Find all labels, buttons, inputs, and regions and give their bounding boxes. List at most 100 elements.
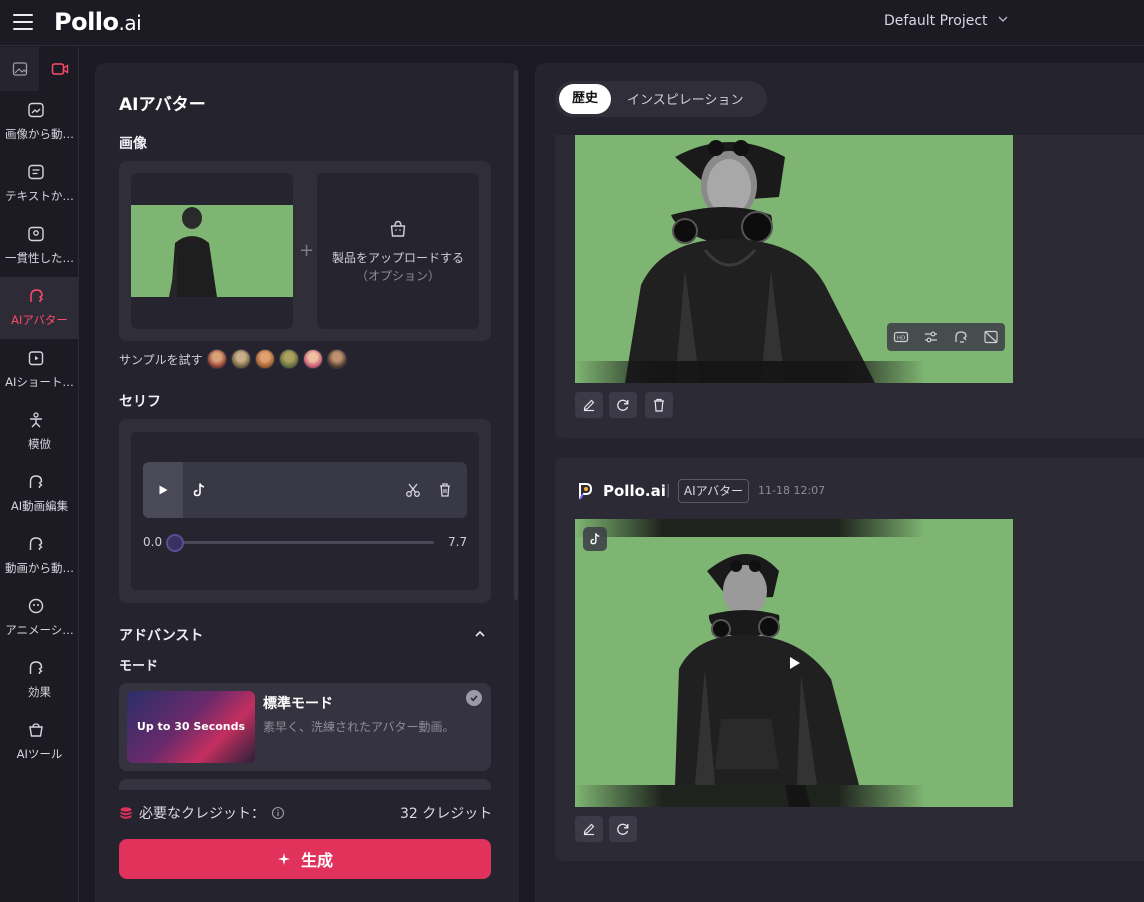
sidebar-item-label: 模倣 xyxy=(28,437,51,451)
adjust-icon[interactable] xyxy=(923,329,939,345)
mode-description: 素早く、洗練されたアバター動画。 xyxy=(263,720,455,734)
sparkle-icon xyxy=(277,853,290,865)
edit-button[interactable] xyxy=(575,816,603,842)
timestamp: 11-18 12:07 xyxy=(758,484,826,497)
play-icon[interactable] xyxy=(788,655,802,671)
samples-label: サンプルを試す xyxy=(119,352,203,367)
sidebar-item-label: AIツール xyxy=(16,747,63,761)
video-to-video-icon xyxy=(29,537,43,550)
logo-text: Pollo xyxy=(54,8,119,36)
scissors-icon[interactable] xyxy=(405,482,421,498)
video-bottom-bar xyxy=(575,361,1013,383)
panel-title: AIアバター xyxy=(119,95,206,115)
sidebar-item[interactable]: 動画から動… xyxy=(0,525,79,587)
tiktok-badge xyxy=(583,527,607,551)
sample-row: サンプルを試す xyxy=(119,349,351,369)
refresh-icon xyxy=(617,823,629,835)
sidebar-item[interactable]: 効果 xyxy=(0,649,79,711)
coins-icon xyxy=(120,807,132,819)
brand-name: Pollo.ai xyxy=(603,482,666,500)
trash-icon[interactable] xyxy=(438,482,452,498)
tab-image-mode[interactable] xyxy=(0,47,39,91)
ai-video-edit-icon xyxy=(29,475,43,488)
sidebar-item-label: テキストか… xyxy=(5,189,74,203)
animation-icon xyxy=(28,598,44,614)
tiktok-icon xyxy=(193,483,205,497)
sidebar-item[interactable]: AIアバター xyxy=(0,277,79,339)
ai-tools-icon xyxy=(29,723,43,737)
delete-button[interactable] xyxy=(645,392,673,418)
sidebar-item[interactable]: AIツール xyxy=(0,711,79,773)
mode-thumbnail: Up to 30 Seconds xyxy=(127,691,255,763)
sidebar-item-label: AIアバター xyxy=(11,313,68,327)
mode-thumbnail-text: Up to 30 Seconds xyxy=(136,720,246,733)
tab-inspiration[interactable]: インスピレーション xyxy=(627,89,743,108)
generate-label: 生成 xyxy=(300,851,333,870)
trash-icon xyxy=(654,398,664,412)
chevron-up-icon[interactable] xyxy=(474,629,486,639)
ai-short-icon xyxy=(28,351,44,366)
generate-button[interactable]: 生成 xyxy=(119,839,491,879)
time-start: 0.0 xyxy=(143,535,163,549)
sidebar-item[interactable]: アニメーシ… xyxy=(0,587,79,649)
avatar-image-slot[interactable] xyxy=(131,173,293,329)
advanced-section-label: アドバンスト xyxy=(119,628,204,644)
plus-icon: + xyxy=(299,240,315,261)
product-upload-button[interactable]: 製品をアップロードする （オプション） xyxy=(317,173,479,329)
tab-history[interactable]: 歴史 xyxy=(559,84,611,114)
credits-info: 必要なクレジット： xyxy=(119,803,285,823)
video-tools: HD xyxy=(887,323,1005,351)
sample-avatar[interactable] xyxy=(302,349,323,369)
tiktok-icon xyxy=(590,533,600,545)
sample-avatar[interactable] xyxy=(206,349,227,369)
panel-scrollbar[interactable] xyxy=(514,70,518,600)
credits-label: 必要なクレジット： xyxy=(139,806,265,822)
time-end: 7.7 xyxy=(448,535,468,549)
pencil-icon xyxy=(583,823,595,836)
upload-optional-label: （オプション） xyxy=(355,269,440,283)
sidebar-item[interactable]: AIショート… xyxy=(0,339,79,401)
video-bottom-bar xyxy=(575,785,1013,807)
sidebar-item[interactable]: 画像から動… xyxy=(0,91,79,153)
sample-avatar[interactable] xyxy=(254,349,275,369)
audio-slider-knob[interactable] xyxy=(166,534,184,552)
project-selector[interactable]: Default Project xyxy=(884,13,988,29)
sidebar-item-label: アニメーシ… xyxy=(5,623,74,637)
sample-avatar[interactable] xyxy=(230,349,251,369)
app-logo[interactable]: Pollo.ai xyxy=(54,8,142,36)
effects-icon xyxy=(29,661,43,674)
sidebar-item[interactable]: 模倣 xyxy=(0,401,79,463)
hd-icon[interactable]: HD xyxy=(893,329,909,345)
regenerate-button[interactable] xyxy=(609,816,637,842)
serif-section-label: セリフ xyxy=(119,394,161,410)
sample-avatar[interactable] xyxy=(326,349,347,369)
sidebar-item[interactable]: AI動画編集 xyxy=(0,463,79,525)
pencil-icon xyxy=(583,399,595,412)
chevron-down-icon[interactable] xyxy=(998,14,1008,24)
sidebar-item[interactable]: 一貫性した… xyxy=(0,215,79,277)
top-bar: Pollo.ai Default Project xyxy=(0,0,1144,46)
sidebar-item[interactable]: テキストか… xyxy=(0,153,79,215)
generation-type-tag: AIアバター xyxy=(678,479,749,503)
svg-text:HD: HD xyxy=(897,336,905,342)
lipsync-icon[interactable] xyxy=(953,329,969,345)
sidebar-item-label: AIショート… xyxy=(5,375,74,389)
sample-avatar[interactable] xyxy=(278,349,299,369)
regenerate-button[interactable] xyxy=(609,392,637,418)
audio-slider-track[interactable] xyxy=(175,541,434,544)
consistent-character-icon xyxy=(28,226,44,242)
video-icon xyxy=(51,63,68,75)
result-video[interactable] xyxy=(575,519,1013,807)
play-icon xyxy=(159,485,168,495)
edit-button[interactable] xyxy=(575,392,603,418)
tab-video-mode[interactable] xyxy=(40,47,79,91)
sidebar-item-label: AI動画編集 xyxy=(10,499,69,513)
sidebar-item-label: 一貫性した… xyxy=(5,251,74,265)
info-icon[interactable] xyxy=(271,806,285,820)
pollo-logo-icon xyxy=(579,483,593,500)
remove-watermark-icon[interactable] xyxy=(983,329,999,345)
menu-icon[interactable] xyxy=(13,14,33,30)
upload-label: 製品をアップロードする xyxy=(331,251,464,265)
play-button[interactable] xyxy=(143,462,183,518)
sidebar-mode-tabs xyxy=(0,47,79,91)
